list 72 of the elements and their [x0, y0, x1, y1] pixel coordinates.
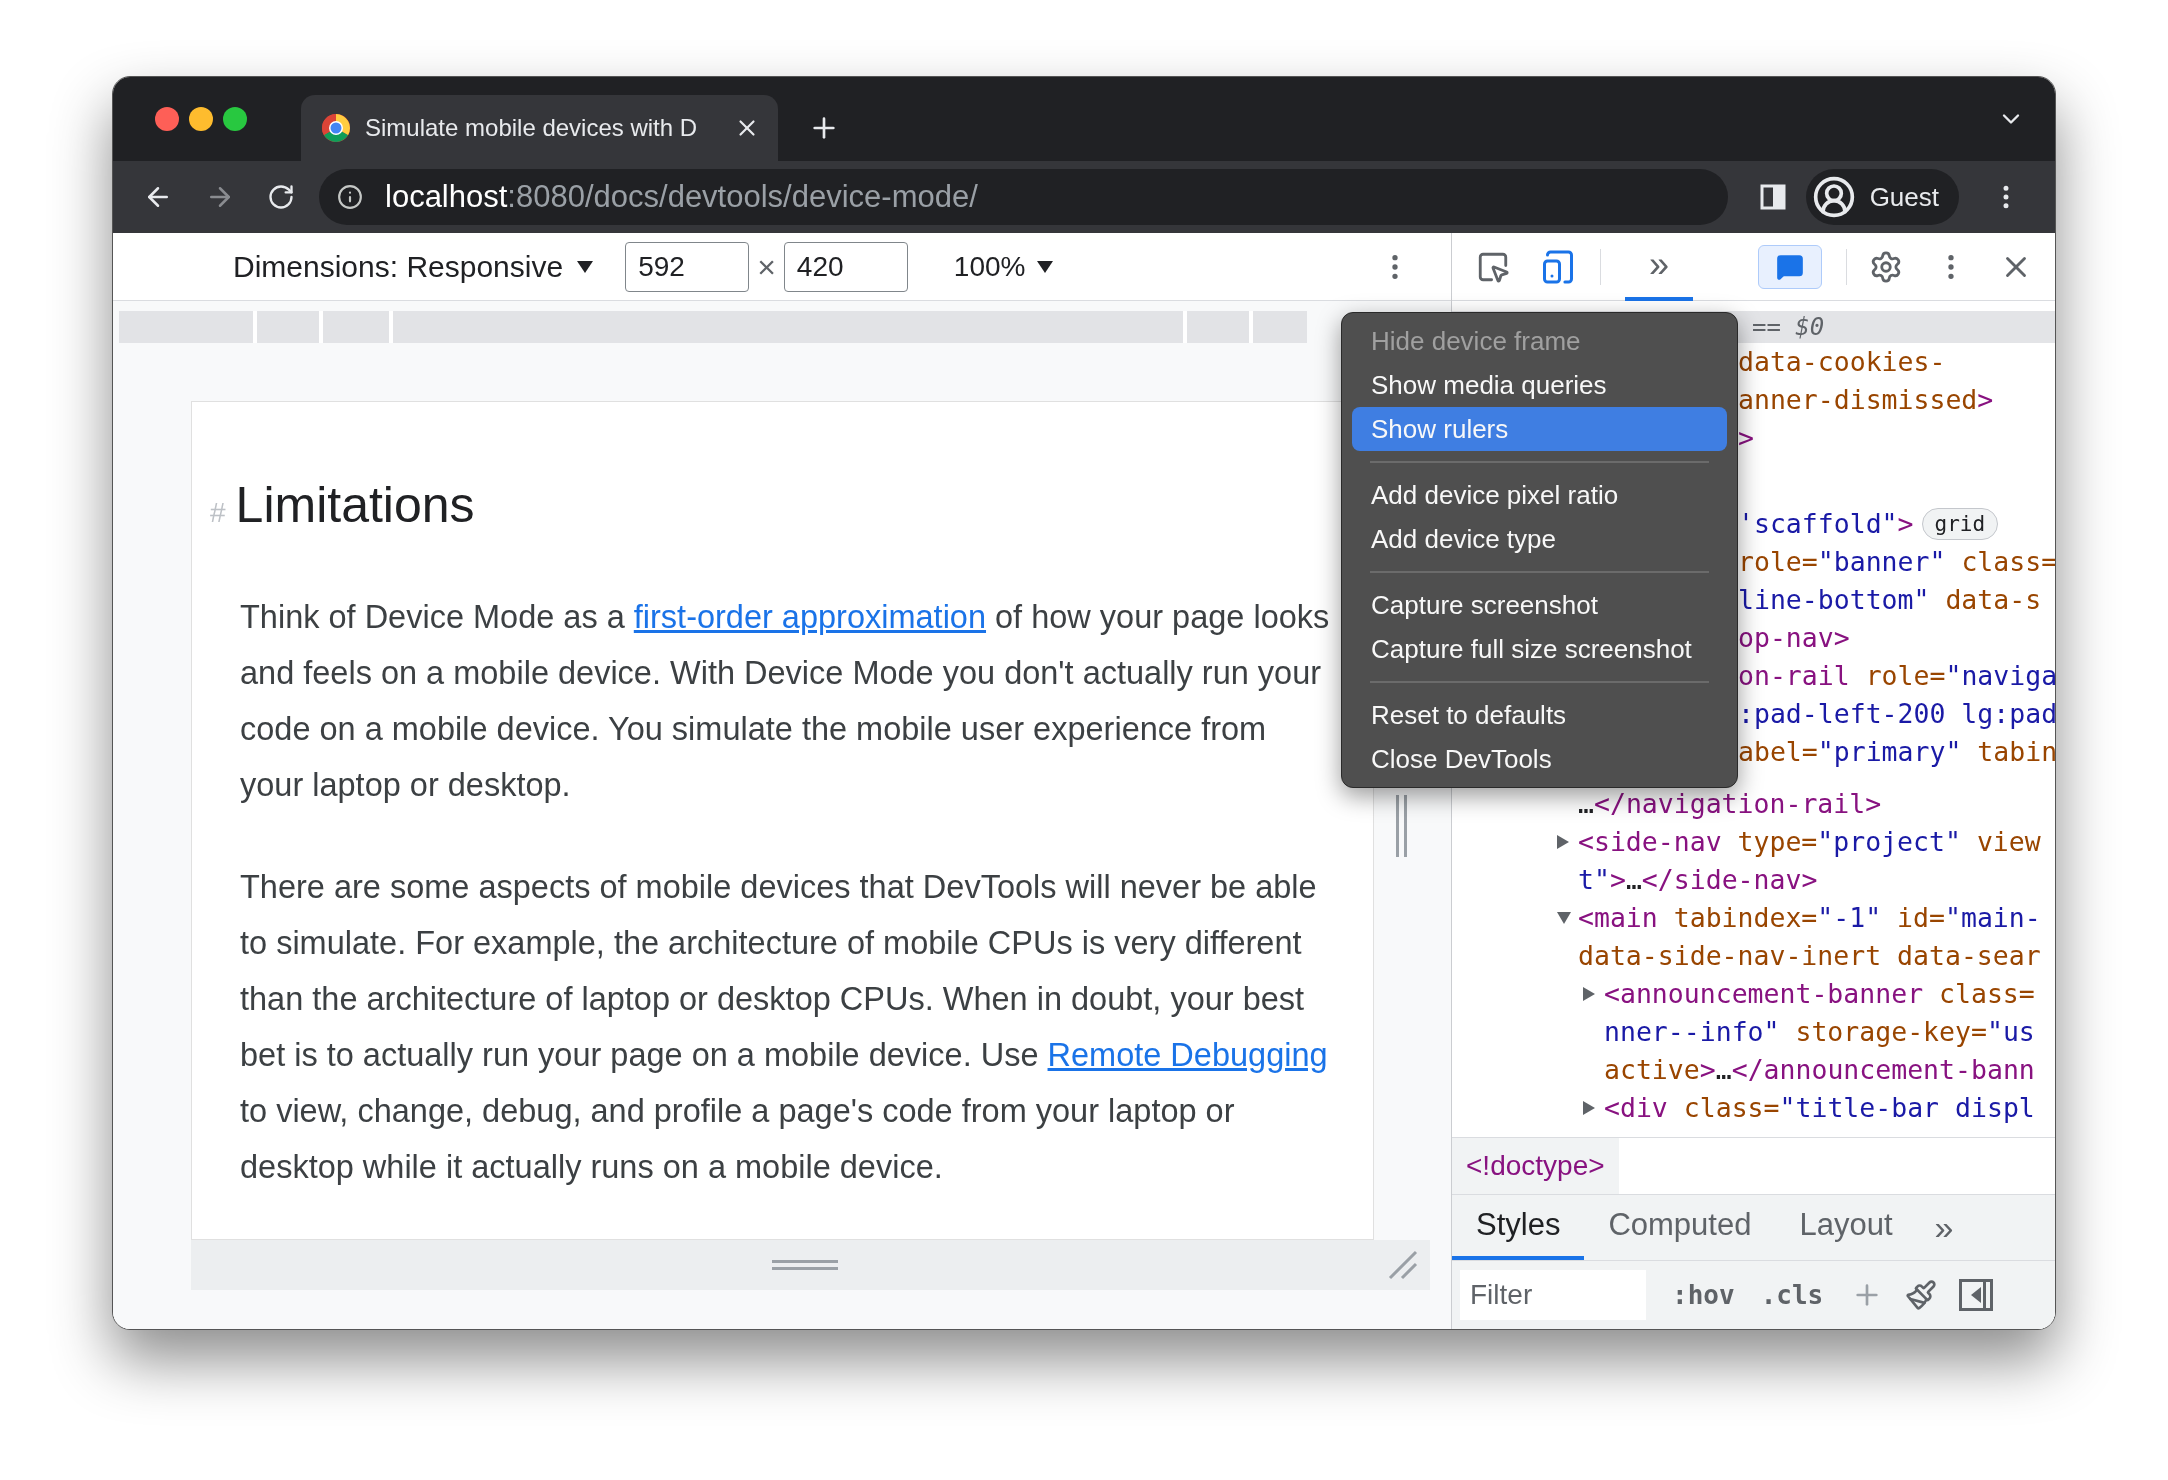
avatar-icon: [1811, 175, 1856, 219]
expand-triangle-icon[interactable]: [1582, 986, 1596, 1002]
code-line: t">…</side-nav>: [1578, 863, 1818, 898]
breadcrumb[interactable]: <!doctype>: [1452, 1138, 1619, 1194]
code-line: line-bottom" data-s: [1738, 583, 2043, 618]
code-line: nner--info" storage-key="us: [1604, 1015, 2035, 1050]
expand-triangle-icon[interactable]: [1582, 1100, 1596, 1116]
hover-state-button[interactable]: :hov: [1672, 1275, 1735, 1315]
code-line: <announcement-banner class=: [1604, 977, 2035, 1012]
class-button[interactable]: .cls: [1760, 1275, 1824, 1315]
dimensions-dropdown[interactable]: Dimensions: Responsive: [233, 244, 594, 289]
code-line: on-rail role="naviga: [1738, 659, 2055, 694]
minimize-window-icon[interactable]: [189, 107, 213, 131]
code-line: <side-nav type="project" view: [1578, 825, 2041, 860]
code-line: …</navigation-rail>: [1578, 787, 1882, 822]
scrollbar-handle-icon[interactable]: [1395, 795, 1409, 857]
expand-triangle-icon[interactable]: [1556, 834, 1570, 850]
tab-title: Simulate mobile devices with D: [365, 113, 699, 143]
zoom-dropdown[interactable]: 100%: [953, 245, 1054, 288]
menu-item[interactable]: Capture screenshot: [1352, 583, 1727, 627]
reload-icon[interactable]: [267, 183, 295, 211]
more-tabs-button[interactable]: »: [1916, 1194, 1972, 1260]
code-line: 'scaffold"> grid: [1738, 505, 2055, 543]
filter-field[interactable]: Filter: [1460, 1270, 1646, 1320]
side-panel-icon[interactable]: [1759, 184, 1786, 210]
maximize-window-icon[interactable]: [223, 107, 247, 131]
times-sign: ×: [757, 247, 776, 287]
url-text: localhost:8080/docs/devtools/device-mode/: [385, 177, 978, 216]
more-panels-tab[interactable]: »: [1625, 232, 1693, 301]
page-heading: Limitations: [235, 476, 475, 535]
paragraph: There are some aspects of mobile devices that DevTools will never be able to simulate. For example, the architecture of mobile CPUs is very different than the architecture of laptop or desktop CPUs. When in doubt, your best bet is to actually run your page on a mobile device. Use Remote Debugging to view, change, debug, and profile a page's code from your laptop or desktop while it actually runs on a mobile device.: [240, 868, 1329, 1187]
menu-item[interactable]: Show media queries: [1352, 363, 1727, 407]
styles-pane-tab[interactable]: Computed: [1584, 1194, 1776, 1260]
code-line: op-nav>: [1738, 621, 1851, 656]
sidebar-toggle-icon[interactable]: [1959, 1279, 1994, 1311]
feedback-button[interactable]: [1758, 244, 1822, 289]
code-line: :pad-left-200 lg:pad: [1738, 697, 2055, 732]
menu-item[interactable]: Add device pixel ratio: [1352, 473, 1727, 517]
code-line: anner-dismissed>: [1738, 383, 1995, 418]
styles-pane-tab[interactable]: Layout: [1775, 1194, 1917, 1260]
caret-icon: [577, 260, 594, 273]
text-link[interactable]: first-order approximation: [633, 599, 986, 635]
collapse-triangle-icon[interactable]: [1556, 911, 1572, 925]
profile-button[interactable]: Guest: [1805, 169, 1959, 225]
menu-item[interactable]: Close DevTools: [1352, 737, 1727, 781]
width-input[interactable]: 592: [625, 241, 750, 292]
address-field[interactable]: localhost:8080/docs/devtools/device-mode/: [319, 169, 1728, 225]
site-info-icon[interactable]: [337, 184, 363, 210]
drag-handle-icon[interactable]: [771, 1259, 838, 1271]
code-line: >: [1738, 421, 1755, 456]
menu-item[interactable]: Add device type: [1352, 517, 1727, 561]
paint-brush-icon[interactable]: [1905, 1279, 1938, 1311]
code-line: data-cookies-: [1738, 345, 1947, 380]
menu-item[interactable]: Capture full size screenshot: [1352, 627, 1727, 671]
browser-logo-icon: [321, 113, 351, 143]
grid-badge[interactable]: grid: [1921, 508, 1999, 540]
device-toggle-icon[interactable]: [1540, 248, 1576, 285]
browser-tab[interactable]: Simulate mobile devices with D: [301, 95, 778, 161]
settings-icon[interactable]: [1869, 249, 1903, 284]
caret-icon: [1037, 260, 1054, 273]
chat-icon: [1776, 252, 1804, 281]
text-link[interactable]: Remote Debugging: [1047, 1037, 1328, 1073]
menu-item[interactable]: Reset to defaults: [1352, 693, 1727, 737]
code-line: <main tabindex="-1" id="main-: [1578, 901, 2041, 936]
code-line: active>…</announcement-bann: [1604, 1053, 2035, 1088]
code-line: <div class="title-bar displ: [1604, 1091, 2035, 1126]
menu-item[interactable]: Show rulers: [1352, 407, 1727, 451]
close-window-icon[interactable]: [155, 107, 179, 131]
paragraph: Think of Device Mode as a first-order approximation of how your page looks and feels on a mobile device. With Device Mode you don't actually run your code on a mobile device. You simulate the mobile user experience from your laptop or desktop.: [240, 598, 1331, 805]
code-line: data-side-nav-inert data-sear: [1578, 939, 2041, 974]
code-line: abel="primary" tabin: [1738, 735, 2055, 770]
height-input[interactable]: 420: [783, 241, 908, 292]
